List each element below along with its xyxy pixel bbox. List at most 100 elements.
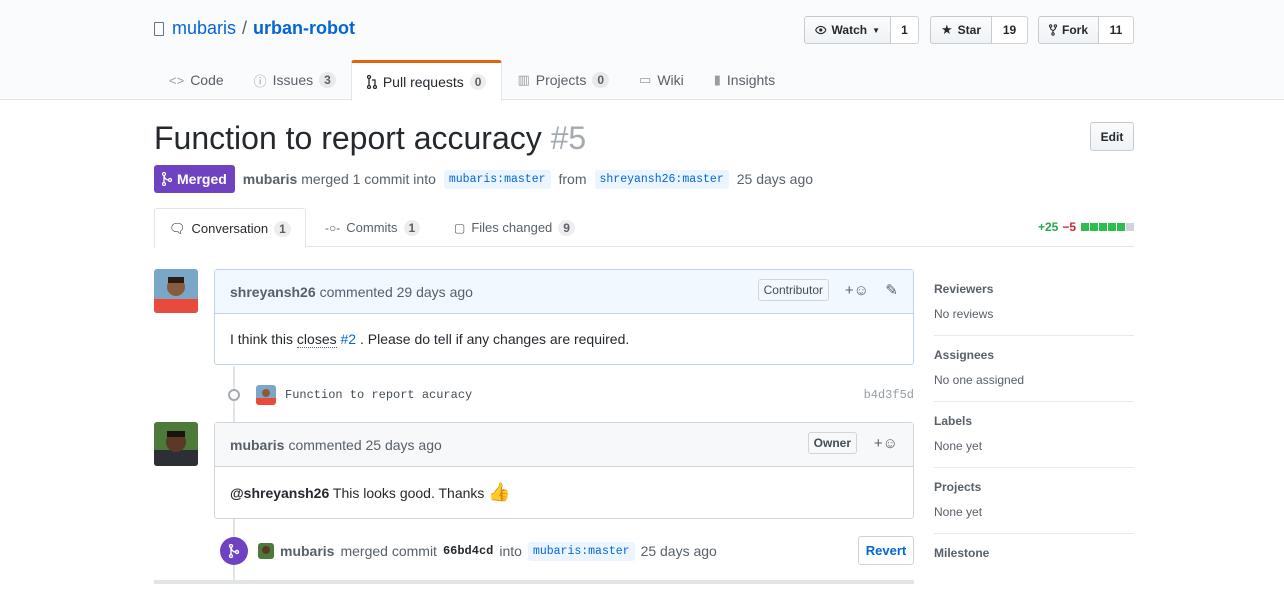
pull-request-icon bbox=[366, 75, 377, 89]
comment-discussion-icon: 🗨 bbox=[169, 220, 186, 236]
projects-value: None yet bbox=[934, 505, 983, 519]
add-reaction-icon[interactable]: +☺ bbox=[845, 282, 869, 299]
tab-wiki-label: Wiki bbox=[657, 72, 684, 88]
repo-header: mubaris / urban-robot Watch ▼ 1 ★ Star 1… bbox=[0, 0, 1284, 101]
edit-title-button[interactable]: Edit bbox=[1090, 122, 1134, 151]
merge-event: mubaris merged commit 66bd4cd into mubar… bbox=[220, 536, 914, 565]
labels-heading: Labels bbox=[934, 414, 973, 428]
tab-conversation-label: Conversation bbox=[191, 221, 269, 236]
state-badge: Merged bbox=[154, 165, 235, 193]
revert-button[interactable]: Revert bbox=[858, 536, 914, 565]
commit-sha-link[interactable]: b4d3f5d bbox=[864, 388, 914, 402]
comment-text: I think this bbox=[230, 331, 294, 347]
pencil-icon[interactable]: ✎ bbox=[885, 281, 898, 299]
tab-commits[interactable]: -○- Commits 1 bbox=[325, 208, 421, 247]
avatar[interactable] bbox=[154, 269, 198, 313]
sidebar-milestone[interactable]: Milestone bbox=[934, 534, 1134, 585]
timeline-divider bbox=[154, 580, 914, 584]
tab-insights-label: Insights bbox=[726, 72, 776, 88]
repo-owner-link[interactable]: mubaris bbox=[172, 18, 236, 39]
pr-author-link[interactable]: mubaris bbox=[243, 171, 297, 187]
milestone-heading: Milestone bbox=[934, 546, 990, 560]
pr-sidebar: Reviewers No reviews Assignees No one as… bbox=[934, 270, 1134, 585]
sidebar-labels[interactable]: Labels None yet bbox=[934, 402, 1134, 468]
user-mention-link[interactable]: @shreyansh26 bbox=[230, 485, 329, 501]
merge-sha-link[interactable]: 66bd4cd bbox=[443, 544, 493, 558]
add-reaction-icon[interactable]: +☺ bbox=[874, 435, 898, 452]
star-count[interactable]: 19 bbox=[992, 16, 1028, 44]
sidebar-projects[interactable]: Projects None yet bbox=[934, 468, 1134, 534]
repo-name-link[interactable]: urban-robot bbox=[253, 18, 355, 39]
additions-count: +25 bbox=[1037, 220, 1059, 234]
commit-message-link[interactable]: Function to report acuracy bbox=[285, 388, 472, 402]
pr-tabnav: 🗨 Conversation 1 -○- Commits 1 ▢ Files c… bbox=[154, 208, 1134, 248]
graph-icon: ▮ bbox=[713, 72, 721, 87]
comment-header: shreyansh26 commented 29 days ago Contri… bbox=[215, 270, 913, 314]
comment-author-link[interactable]: shreyansh26 bbox=[230, 284, 316, 300]
projects-counter: 0 bbox=[592, 72, 610, 88]
book-icon: ▭ bbox=[639, 72, 652, 87]
avatar[interactable] bbox=[154, 422, 198, 466]
sidebar-reviewers[interactable]: Reviewers No reviews bbox=[934, 270, 1134, 336]
watch-group: Watch ▼ 1 bbox=[804, 16, 919, 44]
tab-files-changed[interactable]: ▢ Files changed 9 bbox=[454, 208, 575, 247]
watch-label: Watch bbox=[831, 23, 868, 37]
star-icon: ★ bbox=[941, 22, 953, 37]
comment-author-link[interactable]: mubaris bbox=[230, 437, 284, 453]
tab-conversation[interactable]: 🗨 Conversation 1 bbox=[154, 208, 306, 248]
commits-counter: 1 bbox=[403, 219, 421, 236]
comment-header: mubaris commented 25 days ago Owner +☺ bbox=[215, 423, 913, 467]
tab-projects-label: Projects bbox=[535, 72, 587, 88]
tab-pulls-label: Pull requests bbox=[382, 74, 464, 90]
tab-wiki[interactable]: ▭ Wiki bbox=[624, 60, 699, 100]
tab-pull-requests[interactable]: Pull requests 0 bbox=[350, 60, 503, 101]
diffstat: +25 −5 bbox=[1038, 220, 1134, 234]
star-label: Star bbox=[957, 23, 981, 37]
repo-nav: <> Code ⓘ Issues 3 Pull requests 0 ▥ Pro… bbox=[154, 60, 790, 101]
repo-separator: / bbox=[242, 18, 248, 38]
merge-base-ref[interactable]: mubaris:master bbox=[527, 541, 635, 561]
closes-keyword: closes bbox=[296, 331, 337, 348]
author-role-badge: Contributor bbox=[757, 279, 829, 301]
fork-group: Fork 11 bbox=[1038, 16, 1134, 44]
author-role-badge: Owner bbox=[807, 432, 857, 454]
pr-title-text: Function to report accuracy bbox=[154, 120, 542, 156]
pulls-counter: 0 bbox=[469, 74, 487, 90]
state-label: Merged bbox=[177, 171, 227, 187]
star-button[interactable]: ★ Star bbox=[930, 16, 992, 44]
tab-insights[interactable]: ▮ Insights bbox=[699, 60, 790, 100]
diffstat-bar bbox=[1080, 220, 1134, 234]
merge-text: merged commit bbox=[340, 543, 437, 559]
comment-action: commented 25 days ago bbox=[288, 436, 442, 453]
commit-item: Function to report acuracy b4d3f5d bbox=[228, 385, 914, 405]
tab-projects[interactable]: ▥ Projects 0 bbox=[502, 60, 624, 100]
commit-avatar[interactable] bbox=[256, 385, 276, 405]
comment-card: mubaris commented 25 days ago Owner +☺ @… bbox=[214, 422, 914, 519]
comment-body: @shreyansh26 This looks good. Thanks 👍 bbox=[215, 467, 913, 518]
file-diff-icon: ▢ bbox=[454, 220, 466, 235]
tab-commits-label: Commits bbox=[346, 220, 398, 235]
issues-counter: 3 bbox=[319, 72, 336, 88]
tab-issues[interactable]: ⓘ Issues 3 bbox=[239, 60, 351, 100]
comment-body: I think this closes #2 . Please do tell … bbox=[215, 314, 913, 364]
watch-button[interactable]: Watch ▼ bbox=[804, 16, 891, 44]
issue-link[interactable]: #2 bbox=[341, 331, 357, 347]
watch-count[interactable]: 1 bbox=[891, 16, 919, 44]
fork-count[interactable]: 11 bbox=[1099, 16, 1134, 44]
merge-author-avatar[interactable] bbox=[258, 543, 274, 559]
head-ref[interactable]: shreyansh26:master bbox=[594, 169, 729, 189]
merge-author-link[interactable]: mubaris bbox=[280, 543, 334, 559]
deletions-count: −5 bbox=[1062, 220, 1076, 234]
base-ref[interactable]: mubaris:master bbox=[443, 169, 551, 189]
repo-icon bbox=[154, 21, 164, 36]
reviewers-heading: Reviewers bbox=[934, 282, 994, 296]
tab-code[interactable]: <> Code bbox=[154, 60, 239, 100]
projects-heading: Projects bbox=[934, 480, 982, 494]
repo-title: mubaris / urban-robot bbox=[154, 18, 355, 39]
sidebar-assignees[interactable]: Assignees No one assigned bbox=[934, 336, 1134, 402]
fork-label: Fork bbox=[1061, 23, 1088, 37]
comment-text: This looks good. Thanks bbox=[332, 485, 485, 501]
fork-button[interactable]: Fork bbox=[1038, 16, 1099, 44]
pr-number: #5 bbox=[550, 120, 587, 156]
eye-icon bbox=[815, 25, 827, 35]
